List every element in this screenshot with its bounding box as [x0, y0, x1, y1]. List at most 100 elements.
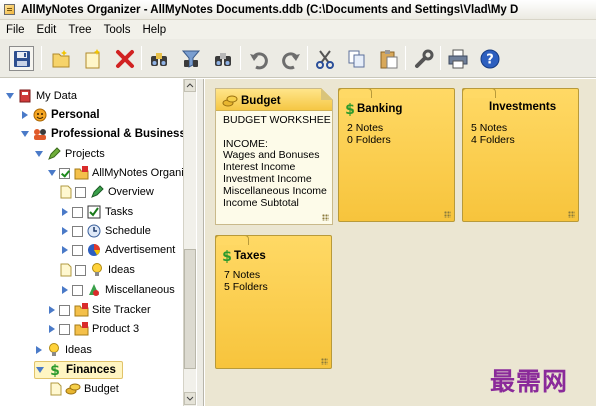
notes-count: 7 Notes	[224, 269, 261, 281]
expanded-arrow-icon[interactable]	[34, 149, 44, 159]
watermark: 最需网	[490, 367, 569, 396]
print-button[interactable]	[445, 46, 470, 71]
pane-splitter[interactable]	[197, 79, 204, 406]
dollar-icon: $	[222, 249, 232, 263]
menu-bar: File Edit Tree Tools Help	[0, 20, 596, 39]
tree-item-ideas-top[interactable]: Ideas	[34, 341, 92, 359]
dollar-icon: $	[345, 102, 355, 116]
tree-label: Projects	[65, 148, 105, 160]
collapsed-arrow-icon[interactable]	[60, 226, 70, 236]
undo-button[interactable]	[246, 46, 271, 71]
menu-edit[interactable]: Edit	[37, 24, 57, 36]
folders-count: 4 Folders	[471, 134, 515, 146]
settings-button[interactable]	[411, 46, 436, 71]
toolbar: ?	[0, 39, 596, 78]
svg-text:$: $	[345, 102, 355, 116]
save-button[interactable]	[9, 46, 34, 71]
tree-item-ideas[interactable]: Ideas	[60, 261, 135, 279]
checkbox[interactable]	[72, 225, 83, 237]
copy-icon	[348, 50, 364, 67]
collapsed-arrow-icon[interactable]	[60, 285, 70, 295]
notebook-icon	[17, 88, 33, 104]
expanded-arrow-icon[interactable]	[35, 365, 45, 375]
tree-item-tasks[interactable]: Tasks	[60, 203, 133, 221]
tree-item-schedule[interactable]: Schedule	[60, 222, 151, 240]
tree-item-budget[interactable]: Budget	[50, 380, 119, 398]
note-card-investments[interactable]: Investments 5 Notes 4 Folders	[462, 88, 579, 222]
note-card-banking[interactable]: $ Banking 2 Notes 0 Folders	[338, 88, 455, 222]
tree-item-personal[interactable]: Personal	[20, 106, 100, 124]
binoculars-funnel-icon	[181, 50, 200, 68]
coins-icon	[65, 381, 81, 397]
scroll-thumb[interactable]	[184, 249, 196, 369]
collapsed-arrow-icon[interactable]	[60, 207, 70, 217]
tree-label: Finances	[66, 364, 116, 376]
tree-item-product-3[interactable]: Product 3	[47, 320, 139, 338]
lightbulb-icon	[89, 262, 105, 278]
collapsed-arrow-icon[interactable]	[20, 110, 30, 120]
tree-item-miscellaneous[interactable]: Miscellaneous	[60, 281, 175, 299]
redo-button[interactable]	[278, 46, 303, 71]
note-card-taxes[interactable]: $ Taxes 7 Notes 5 Folders	[215, 235, 332, 369]
tree-label: Ideas	[108, 264, 135, 276]
svg-text:$: $	[222, 249, 232, 263]
dollar-icon: $	[47, 362, 63, 378]
note-body: 7 Notes 5 Folders	[224, 269, 268, 293]
svg-text:$: $	[50, 363, 60, 377]
tree-item-allmynotes-organizer[interactable]: AllMyNotes Organiz	[47, 164, 189, 182]
collapsed-arrow-icon[interactable]	[47, 305, 57, 315]
scissors-icon	[315, 49, 334, 69]
note-line: Investment Income	[223, 172, 312, 185]
lightbulb-icon	[46, 342, 62, 358]
collapsed-arrow-icon[interactable]	[34, 345, 44, 355]
find-button[interactable]	[146, 46, 171, 71]
note-title: Investments	[489, 101, 557, 113]
find-filter-button[interactable]	[178, 46, 203, 71]
tree-label: Personal	[51, 109, 100, 121]
menu-tree[interactable]: Tree	[68, 24, 91, 36]
folders-count: 0 Folders	[347, 134, 391, 146]
arrow-down-icon	[186, 396, 194, 401]
menu-tools[interactable]: Tools	[104, 24, 131, 36]
collapsed-arrow-icon[interactable]	[60, 245, 70, 255]
cut-button[interactable]	[312, 46, 337, 71]
folder-star-icon	[73, 321, 89, 337]
tree-item-professional-business[interactable]: Professional & Business	[20, 125, 186, 143]
tree-item-finances[interactable]: $ Finances	[34, 361, 123, 379]
menu-help[interactable]: Help	[142, 24, 166, 36]
find-next-button[interactable]	[210, 46, 235, 71]
resize-grip	[322, 214, 329, 221]
expanded-arrow-icon[interactable]	[47, 168, 57, 178]
menu-file[interactable]: File	[6, 24, 25, 36]
collapsed-arrow-icon[interactable]	[47, 324, 57, 334]
checkbox[interactable]	[59, 167, 70, 179]
tree-item-overview[interactable]: Overview	[60, 183, 154, 201]
note-card-budget[interactable]: Budget BUDGET WORKSHEE INCOME: Wages and…	[215, 88, 333, 225]
tree-item-advertisement[interactable]: Advertisement	[60, 241, 175, 259]
tree-label: Advertisement	[105, 244, 176, 256]
checkbox[interactable]	[59, 304, 70, 316]
checkbox[interactable]	[72, 284, 83, 296]
checkbox[interactable]	[72, 244, 83, 256]
tree-label: Ideas	[65, 344, 92, 356]
tree-item-site-tracker[interactable]: Site Tracker	[47, 301, 151, 319]
tree-scrollbar[interactable]	[183, 79, 196, 406]
copy-button[interactable]	[344, 46, 369, 71]
expanded-arrow-icon[interactable]	[5, 91, 15, 101]
checkbox[interactable]	[59, 323, 70, 335]
tree-item-my-data[interactable]: My Data	[5, 87, 77, 105]
tree-label: AllMyNotes Organiz	[92, 167, 190, 179]
scroll-down-button[interactable]	[184, 392, 196, 405]
paste-button[interactable]	[376, 46, 401, 71]
window-title: AllMyNotes Organizer - AllMyNotes Docume…	[21, 3, 519, 16]
new-note-button[interactable]	[80, 46, 105, 71]
checkbox[interactable]	[72, 206, 83, 218]
tree-item-projects[interactable]: Projects	[34, 145, 105, 163]
help-button[interactable]: ?	[477, 46, 502, 71]
scroll-up-button[interactable]	[184, 79, 196, 92]
checkbox[interactable]	[75, 186, 86, 198]
expanded-arrow-icon[interactable]	[20, 129, 30, 139]
delete-button[interactable]	[112, 46, 137, 71]
checkbox[interactable]	[75, 264, 86, 276]
new-folder-button[interactable]	[48, 46, 73, 71]
